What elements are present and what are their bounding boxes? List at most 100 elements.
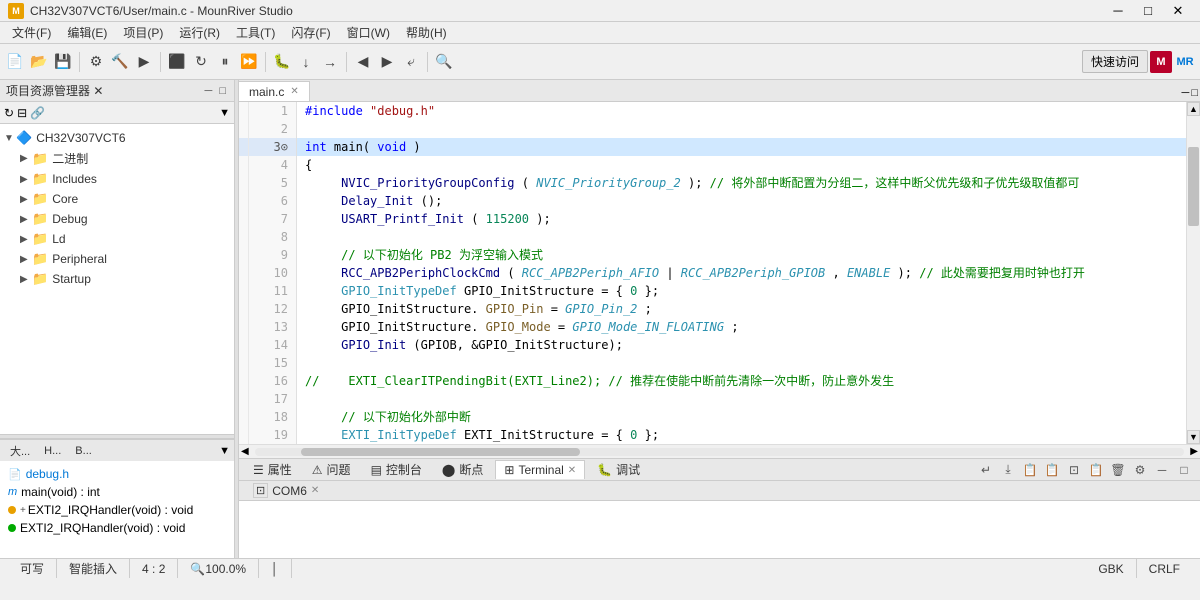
project-explorer-header: 项目资源管理器 ✕ ─ □ bbox=[0, 80, 234, 102]
outline-item-exti2-1[interactable]: + EXTI2_IRQHandler(void) : void bbox=[4, 501, 230, 519]
toolbar-icon-mr[interactable]: MR bbox=[1174, 51, 1196, 73]
tree-refresh-icon[interactable]: ↻ bbox=[4, 106, 14, 120]
bottom-minimize-icon[interactable]: ─ bbox=[1152, 460, 1172, 480]
horiz-scroll-track[interactable] bbox=[255, 448, 1185, 456]
bottom-ctrl-7[interactable]: 🗑 bbox=[1108, 460, 1128, 480]
binary-toggle-icon[interactable]: ▶ bbox=[20, 153, 32, 164]
outline-item-exti2-2[interactable]: EXTI2_IRQHandler(void) : void bbox=[4, 519, 230, 537]
toolbar-new[interactable]: 📄 bbox=[4, 51, 26, 73]
toolbar-btn-9[interactable]: ↓ bbox=[295, 51, 317, 73]
scroll-thumb[interactable] bbox=[1188, 147, 1199, 226]
scroll-left-button[interactable]: ◀ bbox=[239, 446, 251, 457]
tab-outline[interactable]: 大... bbox=[4, 442, 36, 460]
tab-terminal[interactable]: ⊞ Terminal ✕ bbox=[495, 460, 585, 479]
tab-console[interactable]: ▤ 控制台 bbox=[363, 459, 430, 480]
bottom-ctrl-6[interactable]: 📋 bbox=[1086, 460, 1106, 480]
bottom-ctrl-5[interactable]: ⊡ bbox=[1064, 460, 1084, 480]
tree-collapse-icon[interactable]: ⊟ bbox=[17, 106, 27, 120]
tab-debug[interactable]: 🐛 调试 bbox=[589, 459, 648, 480]
includes-toggle-icon[interactable]: ▶ bbox=[20, 174, 32, 185]
root-toggle-icon[interactable]: ▼ bbox=[4, 133, 16, 144]
toolbar-btn-1[interactable]: ⚙ bbox=[85, 51, 107, 73]
outline-item-debugh[interactable]: 📄 debug.h bbox=[4, 465, 230, 483]
bottom-ctrl-3[interactable]: 📋 bbox=[1020, 460, 1040, 480]
quick-access-button[interactable]: 快速访问 bbox=[1082, 50, 1148, 73]
toolbar-btn-3[interactable]: ▶ bbox=[133, 51, 155, 73]
menu-window[interactable]: 窗口(W) bbox=[339, 22, 398, 43]
bottom-ctrl-2[interactable]: ⤓ bbox=[998, 460, 1018, 480]
panel-minimize-icon[interactable]: ─ bbox=[203, 85, 215, 97]
menu-edit[interactable]: 编辑(E) bbox=[59, 22, 115, 43]
breakpoint-gutter bbox=[239, 102, 249, 444]
terminal-content[interactable] bbox=[239, 501, 1200, 558]
toolbar-icon-m[interactable]: M bbox=[1150, 51, 1172, 73]
scroll-right-button[interactable]: ▶ bbox=[1188, 446, 1200, 457]
toolbar-btn-8[interactable]: 🐛 bbox=[271, 51, 293, 73]
startup-toggle-icon[interactable]: ▶ bbox=[20, 274, 32, 285]
toolbar-btn-12[interactable]: ▶ bbox=[376, 51, 398, 73]
toolbar-btn-4[interactable]: ⬛ bbox=[166, 51, 188, 73]
editor-minimize-icon[interactable]: ─ bbox=[1182, 87, 1190, 99]
tree-item-core[interactable]: ▶ 📁 Core bbox=[0, 189, 234, 209]
tab-h[interactable]: H... bbox=[38, 444, 67, 458]
com6-tab[interactable]: ⊡ COM6 ✕ bbox=[245, 483, 327, 498]
toolbar-btn-5[interactable]: ↻ bbox=[190, 51, 212, 73]
vertical-scrollbar[interactable]: ▲ ▼ bbox=[1186, 102, 1200, 444]
outline-item-main[interactable]: m main(void) : int bbox=[4, 483, 230, 501]
tree-item-includes[interactable]: ▶ 📁 Includes bbox=[0, 169, 234, 189]
outline-label-exti2-2: EXTI2_IRQHandler(void) : void bbox=[20, 521, 185, 535]
toolbar-btn-13[interactable]: ⤶ bbox=[400, 51, 422, 73]
toolbar-save[interactable]: 💾 bbox=[52, 51, 74, 73]
bottom-maximize-icon[interactable]: □ bbox=[1174, 460, 1194, 480]
scroll-up-button[interactable]: ▲ bbox=[1187, 102, 1200, 116]
tab-breakpoints[interactable]: ⬤ 断点 bbox=[434, 459, 491, 480]
toolbar-btn-11[interactable]: ◀ bbox=[352, 51, 374, 73]
tab-b[interactable]: B... bbox=[69, 444, 98, 458]
menu-flash[interactable]: 闪存(F) bbox=[283, 22, 338, 43]
tree-item-startup[interactable]: ▶ 📁 Startup bbox=[0, 269, 234, 289]
bottom-ctrl-8[interactable]: ⚙ bbox=[1130, 460, 1150, 480]
toolbar-btn-7[interactable]: ⏩ bbox=[238, 51, 260, 73]
peripheral-toggle-icon[interactable]: ▶ bbox=[20, 254, 32, 265]
editor-tab-close-icon[interactable]: ✕ bbox=[290, 86, 298, 97]
debug-toggle-icon[interactable]: ▶ bbox=[20, 214, 32, 225]
scroll-down-button[interactable]: ▼ bbox=[1187, 430, 1200, 444]
tree-item-ld[interactable]: ▶ 📁 Ld bbox=[0, 229, 234, 249]
tree-item-debug[interactable]: ▶ 📁 Debug bbox=[0, 209, 234, 229]
horiz-scroll-thumb[interactable] bbox=[301, 448, 580, 456]
tree-item-peripheral[interactable]: ▶ 📁 Peripheral bbox=[0, 249, 234, 269]
core-toggle-icon[interactable]: ▶ bbox=[20, 194, 32, 205]
close-button[interactable]: ✕ bbox=[1164, 1, 1192, 21]
editor-tab-mainc[interactable]: main.c ✕ bbox=[239, 81, 310, 101]
ld-toggle-icon[interactable]: ▶ bbox=[20, 234, 32, 245]
menu-project[interactable]: 项目(P) bbox=[115, 22, 171, 43]
com6-close-icon[interactable]: ✕ bbox=[311, 485, 319, 496]
menu-tools[interactable]: 工具(T) bbox=[228, 22, 283, 43]
editor-maximize-icon[interactable]: □ bbox=[1191, 87, 1198, 99]
status-position: 4 : 2 bbox=[130, 559, 178, 578]
tree-item-binary[interactable]: ▶ 📁 二进制 bbox=[0, 148, 234, 169]
tab-terminal-close-icon[interactable]: ✕ bbox=[568, 465, 576, 476]
bottom-ctrl-1[interactable]: ↵ bbox=[976, 460, 996, 480]
panel-down-icon[interactable]: ▼ bbox=[219, 107, 230, 119]
menu-help[interactable]: 帮助(H) bbox=[398, 22, 455, 43]
menu-run[interactable]: 运行(R) bbox=[171, 22, 228, 43]
horizontal-scrollbar[interactable]: ◀ ▶ bbox=[239, 444, 1200, 458]
toolbar-btn-6[interactable]: ⏸ bbox=[214, 51, 236, 73]
minimize-button[interactable]: ─ bbox=[1104, 1, 1132, 21]
tab-problems[interactable]: ⚠ 问题 bbox=[304, 459, 359, 480]
toolbar-btn-14[interactable]: 🔍 bbox=[433, 51, 455, 73]
scroll-track[interactable] bbox=[1187, 116, 1200, 430]
code-content[interactable]: #include "debug.h" int main( void ) { bbox=[297, 102, 1186, 444]
panel-expand-icon[interactable]: □ bbox=[217, 85, 228, 97]
tree-link-icon[interactable]: 🔗 bbox=[30, 106, 45, 120]
tree-root[interactable]: ▼ 🔷 CH32V307VCT6 bbox=[0, 128, 234, 148]
toolbar-open[interactable]: 📂 bbox=[28, 51, 50, 73]
menu-file[interactable]: 文件(F) bbox=[4, 22, 59, 43]
bottom-left-down-icon[interactable]: ▼ bbox=[219, 445, 230, 457]
toolbar-btn-10[interactable]: → bbox=[319, 51, 341, 73]
tab-properties[interactable]: ☰ 属性 bbox=[245, 459, 300, 480]
bottom-ctrl-4[interactable]: 📋 bbox=[1042, 460, 1062, 480]
toolbar-btn-2[interactable]: 🔨 bbox=[109, 51, 131, 73]
maximize-button[interactable]: □ bbox=[1134, 1, 1162, 21]
